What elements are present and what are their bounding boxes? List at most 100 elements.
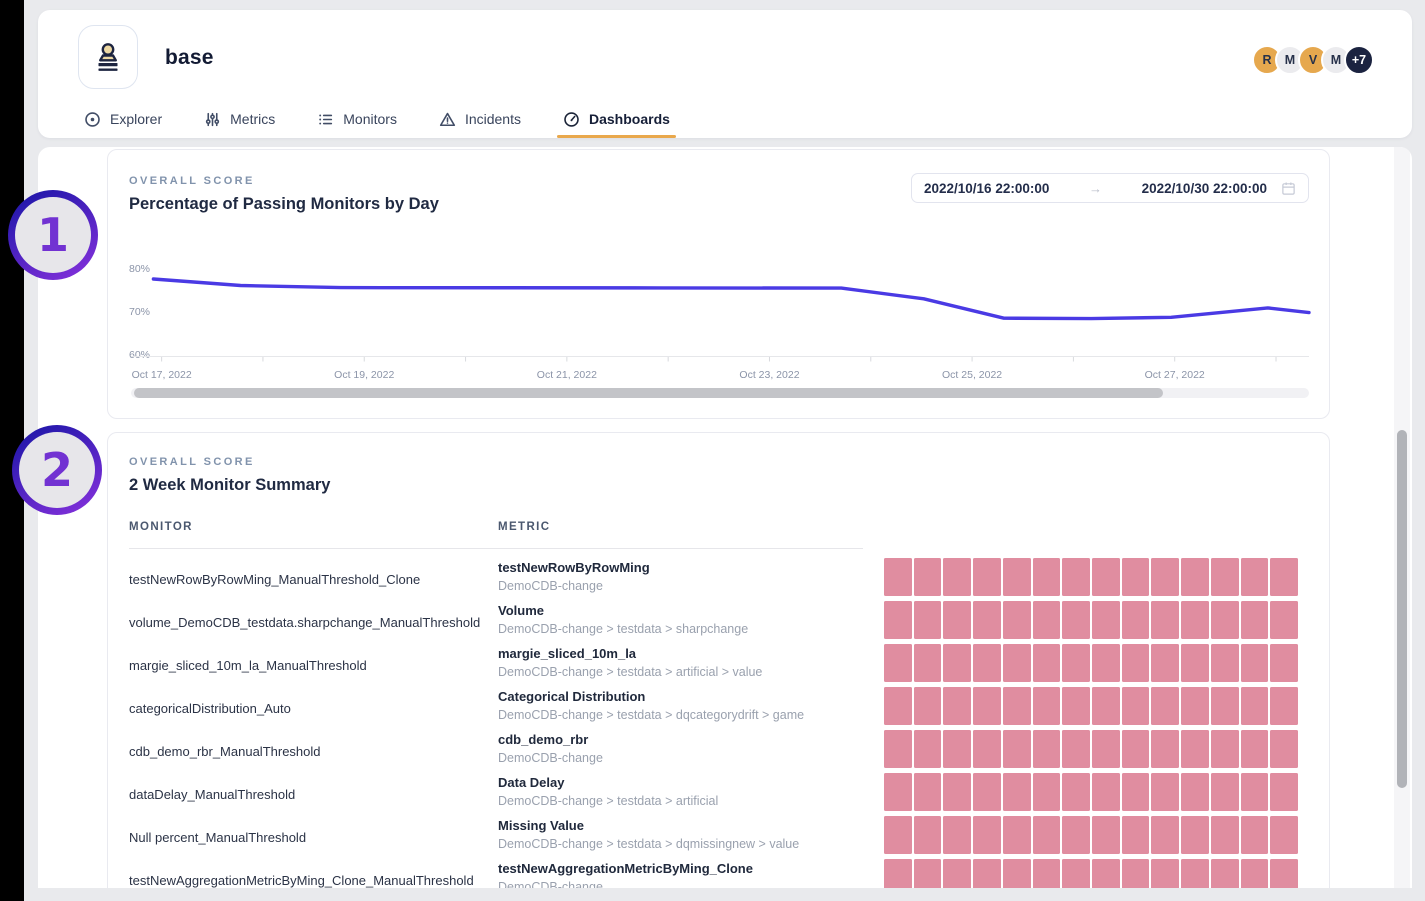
status-cell-failing[interactable] xyxy=(1092,644,1120,682)
monitor-name[interactable]: margie_sliced_10m_la_ManualThreshold xyxy=(129,658,367,673)
status-cell-failing[interactable] xyxy=(1270,601,1299,639)
status-cell-failing[interactable] xyxy=(1210,601,1239,639)
status-cell-failing[interactable] xyxy=(913,644,942,682)
tab-explorer[interactable]: Explorer xyxy=(80,100,166,138)
chart-scrollbar-thumb[interactable] xyxy=(134,388,1163,398)
table-row[interactable]: margie_sliced_10m_la_ManualThreshold mar… xyxy=(108,644,1331,687)
status-cell-failing[interactable] xyxy=(973,773,1001,811)
status-cell-failing[interactable] xyxy=(1032,816,1061,854)
status-cell-failing[interactable] xyxy=(1210,730,1239,768)
status-cell-failing[interactable] xyxy=(943,816,972,854)
status-cell-failing[interactable] xyxy=(1121,558,1150,596)
page-scrollbar-thumb[interactable] xyxy=(1397,430,1407,788)
status-cell-failing[interactable] xyxy=(884,859,912,888)
status-cell-failing[interactable] xyxy=(1151,773,1180,811)
status-cell-failing[interactable] xyxy=(1151,558,1180,596)
status-cell-failing[interactable] xyxy=(884,816,912,854)
table-row[interactable]: cdb_demo_rbr_ManualThreshold cdb_demo_rb… xyxy=(108,730,1331,773)
status-cell-failing[interactable] xyxy=(1121,773,1150,811)
status-cell-failing[interactable] xyxy=(1270,859,1299,888)
status-cell-failing[interactable] xyxy=(1270,558,1299,596)
status-cell-failing[interactable] xyxy=(1092,859,1120,888)
chart-scrollbar-track[interactable] xyxy=(131,388,1309,398)
status-cell-failing[interactable] xyxy=(1092,687,1120,725)
status-cell-failing[interactable] xyxy=(1151,730,1180,768)
status-cell-failing[interactable] xyxy=(1121,859,1150,888)
status-cell-failing[interactable] xyxy=(1210,644,1239,682)
monitor-name[interactable]: Null percent_ManualThreshold xyxy=(129,830,306,845)
status-cell-failing[interactable] xyxy=(1092,558,1120,596)
status-cell-failing[interactable] xyxy=(943,558,972,596)
status-cell-failing[interactable] xyxy=(1210,773,1239,811)
status-cell-failing[interactable] xyxy=(1062,859,1091,888)
status-cell-failing[interactable] xyxy=(973,816,1001,854)
status-cell-failing[interactable] xyxy=(1032,644,1061,682)
status-cell-failing[interactable] xyxy=(884,644,912,682)
status-cell-failing[interactable] xyxy=(1032,859,1061,888)
status-cell-failing[interactable] xyxy=(913,558,942,596)
tab-incidents[interactable]: Incidents xyxy=(435,100,525,138)
status-cell-failing[interactable] xyxy=(1240,816,1269,854)
table-row[interactable]: volume_DemoCDB_testdata.sharpchange_Manu… xyxy=(108,601,1331,644)
status-cell-failing[interactable] xyxy=(913,773,942,811)
status-cell-failing[interactable] xyxy=(1062,730,1091,768)
status-cell-failing[interactable] xyxy=(1240,601,1269,639)
status-cell-failing[interactable] xyxy=(1210,558,1239,596)
status-cell-failing[interactable] xyxy=(1210,816,1239,854)
status-cell-failing[interactable] xyxy=(913,859,942,888)
status-cell-failing[interactable] xyxy=(1151,859,1180,888)
status-cell-failing[interactable] xyxy=(1181,601,1209,639)
status-cell-failing[interactable] xyxy=(1151,816,1180,854)
monitor-name[interactable]: cdb_demo_rbr_ManualThreshold xyxy=(129,744,321,759)
status-cell-failing[interactable] xyxy=(1181,644,1209,682)
table-row[interactable]: testNewAggregationMetricByMing_Clone_Man… xyxy=(108,859,1331,888)
status-cell-failing[interactable] xyxy=(943,773,972,811)
status-cell-failing[interactable] xyxy=(1240,730,1269,768)
status-cell-failing[interactable] xyxy=(1240,687,1269,725)
status-cell-failing[interactable] xyxy=(1002,859,1031,888)
status-cell-failing[interactable] xyxy=(1181,859,1209,888)
status-cell-failing[interactable] xyxy=(1151,687,1180,725)
monitor-name[interactable]: categoricalDistribution_Auto xyxy=(129,701,291,716)
status-cell-failing[interactable] xyxy=(913,730,942,768)
status-cell-failing[interactable] xyxy=(1032,773,1061,811)
status-cell-failing[interactable] xyxy=(884,601,912,639)
status-cell-failing[interactable] xyxy=(1121,644,1150,682)
status-cell-failing[interactable] xyxy=(973,601,1001,639)
table-row[interactable]: testNewRowByRowMing_ManualThreshold_Clon… xyxy=(108,558,1331,601)
tab-metrics[interactable]: Metrics xyxy=(200,100,279,138)
status-cell-failing[interactable] xyxy=(1062,644,1091,682)
status-cell-failing[interactable] xyxy=(1092,816,1120,854)
status-cell-failing[interactable] xyxy=(1032,558,1061,596)
status-cell-failing[interactable] xyxy=(884,687,912,725)
status-cell-failing[interactable] xyxy=(1210,859,1239,888)
status-cell-failing[interactable] xyxy=(1092,773,1120,811)
status-cell-failing[interactable] xyxy=(1062,601,1091,639)
monitor-name[interactable]: testNewAggregationMetricByMing_Clone_Man… xyxy=(129,873,474,888)
status-cell-failing[interactable] xyxy=(973,687,1001,725)
status-cell-failing[interactable] xyxy=(1032,730,1061,768)
status-cell-failing[interactable] xyxy=(1002,558,1031,596)
status-cell-failing[interactable] xyxy=(1181,687,1209,725)
status-cell-failing[interactable] xyxy=(913,816,942,854)
status-cell-failing[interactable] xyxy=(884,773,912,811)
status-cell-failing[interactable] xyxy=(1032,687,1061,725)
status-cell-failing[interactable] xyxy=(1181,730,1209,768)
monitor-name[interactable]: dataDelay_ManualThreshold xyxy=(129,787,295,802)
status-cell-failing[interactable] xyxy=(1270,816,1299,854)
status-cell-failing[interactable] xyxy=(1092,601,1120,639)
status-cell-failing[interactable] xyxy=(943,859,972,888)
status-cell-failing[interactable] xyxy=(1270,644,1299,682)
status-cell-failing[interactable] xyxy=(1210,687,1239,725)
status-cell-failing[interactable] xyxy=(943,687,972,725)
status-cell-failing[interactable] xyxy=(973,644,1001,682)
status-cell-failing[interactable] xyxy=(1270,773,1299,811)
status-cell-failing[interactable] xyxy=(1062,558,1091,596)
status-cell-failing[interactable] xyxy=(1092,730,1120,768)
workspace-logo[interactable] xyxy=(78,25,138,89)
status-cell-failing[interactable] xyxy=(884,558,912,596)
avatar-7[interactable]: +7 xyxy=(1344,45,1374,75)
date-range-picker[interactable]: 2022/10/16 22:00:00 → 2022/10/30 22:00:0… xyxy=(911,173,1309,203)
status-cell-failing[interactable] xyxy=(1121,601,1150,639)
table-row[interactable]: dataDelay_ManualThreshold Data Delay Dem… xyxy=(108,773,1331,816)
